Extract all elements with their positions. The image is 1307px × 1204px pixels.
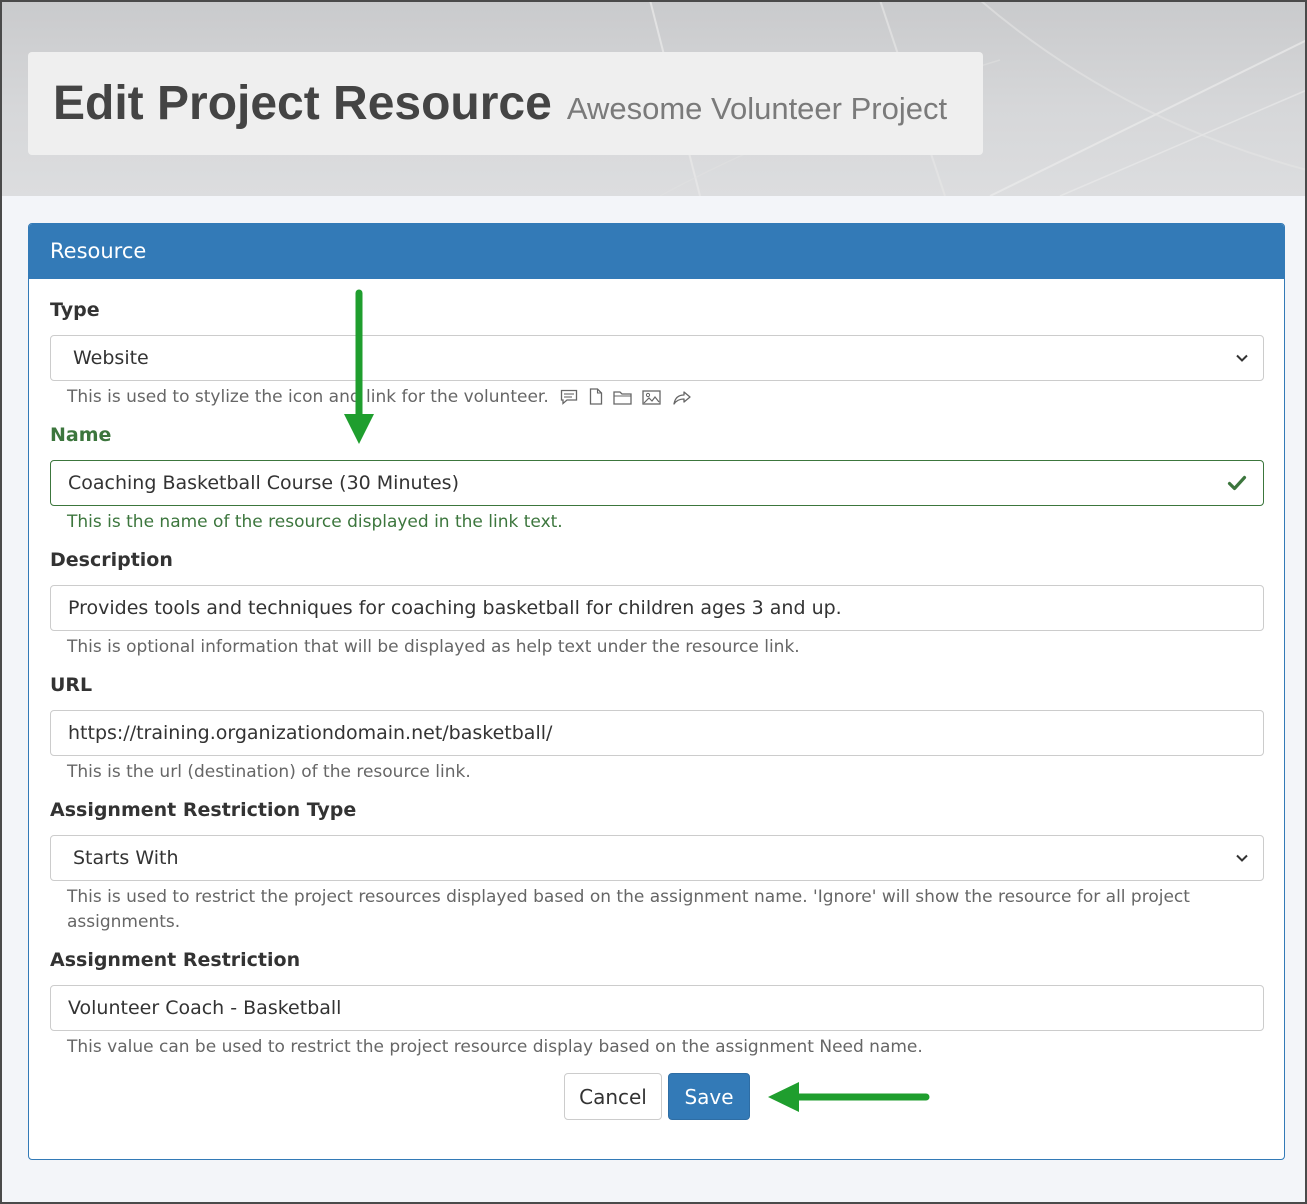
chevron-down-icon — [1236, 854, 1248, 862]
image-icon — [642, 390, 662, 405]
restriction-type-help-text: This is used to restrict the project res… — [67, 887, 1190, 932]
type-help-label: This is used to stylize the icon and lin… — [67, 387, 549, 407]
name-input-value: Coaching Basketball Course (30 Minutes) — [68, 472, 459, 494]
url-label: URL — [50, 674, 93, 696]
page-title-box: Edit Project Resource Awesome Volunteer … — [28, 52, 983, 155]
chevron-down-icon — [1236, 354, 1248, 362]
type-form-group: Type Website This is used to stylize the… — [50, 299, 1264, 413]
restriction-type-select-value: Starts With — [73, 847, 179, 869]
type-label: Type — [50, 299, 100, 321]
restriction-label: Assignment Restriction — [50, 949, 301, 971]
url-input[interactable]: https://training.organizationdomain.net/… — [50, 710, 1264, 756]
type-icon-list — [560, 388, 697, 413]
page-title: Edit Project Resource — [53, 77, 552, 130]
restriction-type-label: Assignment Restriction Type — [50, 799, 357, 821]
url-input-value: https://training.organizationdomain.net/… — [68, 722, 553, 744]
comment-icon — [561, 389, 578, 405]
description-label: Description — [50, 549, 173, 571]
type-help-text: This is used to stylize the icon and lin… — [50, 385, 1264, 413]
url-form-group: URL https://training.organizationdomain.… — [50, 674, 1264, 785]
restriction-form-group: Assignment Restriction Volunteer Coach -… — [50, 949, 1264, 1060]
restriction-help-text: This value can be used to restrict the p… — [67, 1037, 923, 1057]
type-select-value: Website — [73, 347, 149, 369]
description-input-value: Provides tools and techniques for coachi… — [68, 597, 842, 619]
panel-title: Resource — [29, 224, 1284, 279]
restriction-type-select[interactable]: Starts With — [50, 835, 1264, 881]
description-help-text: This is optional information that will b… — [67, 637, 800, 657]
restriction-input[interactable]: Volunteer Coach - Basketball — [50, 985, 1264, 1031]
page-subtitle: Awesome Volunteer Project — [566, 90, 948, 126]
restriction-input-value: Volunteer Coach - Basketball — [68, 997, 342, 1019]
share-icon — [673, 391, 691, 405]
checkmark-icon — [1227, 475, 1247, 491]
restriction-type-form-group: Assignment Restriction Type Starts With … — [50, 799, 1264, 935]
description-input[interactable]: Provides tools and techniques for coachi… — [50, 585, 1264, 631]
name-help-text: This is the name of the resource display… — [67, 512, 563, 532]
description-form-group: Description Provides tools and technique… — [50, 549, 1264, 660]
name-input[interactable]: Coaching Basketball Course (30 Minutes) — [50, 460, 1264, 506]
file-icon — [589, 388, 602, 405]
type-select[interactable]: Website — [50, 335, 1264, 381]
name-form-group: Name Coaching Basketball Course (30 Minu… — [50, 424, 1264, 535]
cancel-button[interactable]: Cancel — [564, 1073, 662, 1120]
folder-icon — [613, 391, 632, 405]
resource-panel: Resource Type Website This is used to st… — [28, 223, 1285, 1160]
name-label: Name — [50, 424, 112, 446]
save-button[interactable]: Save — [668, 1073, 750, 1120]
page-header-banner: Edit Project Resource Awesome Volunteer … — [0, 0, 1307, 196]
url-help-text: This is the url (destination) of the res… — [67, 762, 471, 782]
